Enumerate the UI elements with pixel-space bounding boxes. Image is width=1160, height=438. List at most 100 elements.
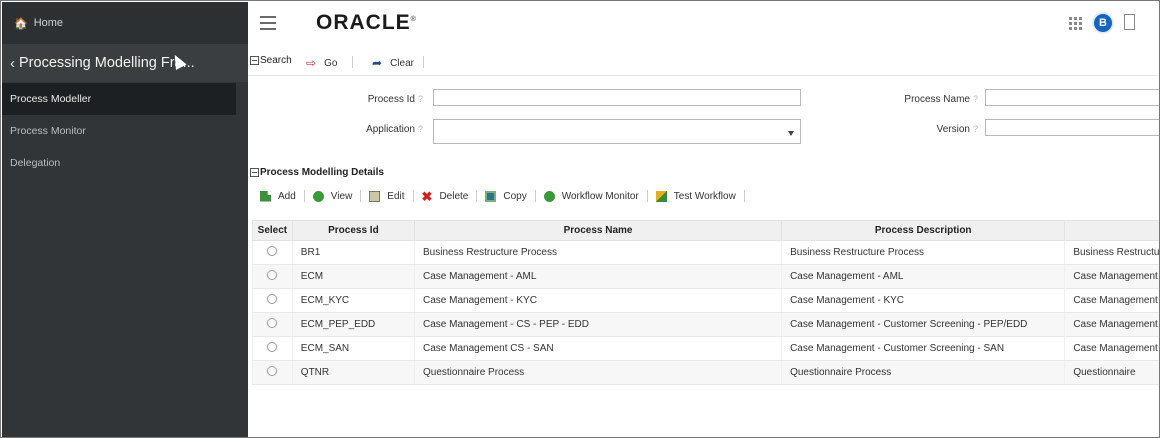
toolbar-divider: [646, 190, 648, 202]
process-id-cell: QTNR: [291, 360, 415, 385]
clear-label: Clear: [390, 57, 414, 69]
oracle-logo: ORACLE®: [316, 11, 417, 34]
row-radio[interactable]: [267, 294, 278, 304]
edit-icon: [369, 190, 381, 202]
extra-cell: Questionnaire: [1064, 360, 1159, 385]
view-label: View: [330, 190, 353, 202]
edit-button[interactable]: Edit: [369, 190, 405, 202]
test-workflow-button[interactable]: Test Workflow: [655, 190, 736, 202]
add-button[interactable]: Add: [260, 190, 296, 202]
extra-cell: Case Management: [1064, 336, 1159, 361]
application-select[interactable]: [433, 119, 801, 144]
process-id-cell: ECM: [291, 264, 415, 289]
toolbar-divider: [303, 190, 305, 202]
home-label: Home: [33, 17, 64, 29]
toolbar-divider: [412, 190, 414, 202]
toolbar-divider: [360, 190, 362, 202]
help-icon: ?: [972, 94, 978, 104]
workflow-monitor-button[interactable]: Workflow Monitor: [543, 190, 639, 202]
chevron-down-icon: [788, 131, 794, 136]
process-description-cell: Business Restructure Process: [781, 240, 1065, 265]
table-row[interactable]: QTNR Questionnaire Process Questionnaire…: [252, 360, 1159, 385]
version-label: Version?: [936, 124, 978, 135]
process-name-label: Process Name?: [904, 94, 978, 105]
go-arrow-icon: ⇨: [306, 56, 317, 70]
document-icon[interactable]: [1124, 14, 1135, 30]
top-bar: ORACLE® B: [248, 2, 1159, 44]
select-cell: [252, 240, 293, 265]
go-label: Go: [324, 57, 338, 69]
select-cell: [252, 312, 293, 337]
column-header-process-description[interactable]: Process Description: [781, 220, 1066, 241]
process-name-input[interactable]: [985, 89, 1159, 106]
sidebar-item-delegation[interactable]: Delegation: [2, 147, 248, 179]
add-label: Add: [278, 190, 296, 202]
column-header-select[interactable]: Select: [252, 220, 293, 241]
table-row[interactable]: ECM_SAN Case Management CS - SAN Case Ma…: [252, 336, 1159, 361]
select-cell: [252, 264, 293, 289]
process-id-cell: ECM_PEP_EDD: [291, 312, 415, 337]
delete-button[interactable]: ✖ Delete: [421, 188, 469, 204]
sidebar-title[interactable]: ‹ Processing Modelling Fra...: [2, 44, 248, 82]
sidebar-item-process-modeller[interactable]: Process Modeller: [2, 83, 236, 115]
table-row[interactable]: ECM_PEP_EDD Case Management - CS - PEP -…: [252, 312, 1159, 337]
search-section-header[interactable]: Search: [250, 55, 292, 66]
extra-cell: Case Management: [1064, 312, 1159, 337]
workflow-monitor-icon: [543, 190, 555, 202]
test-workflow-label: Test Workflow: [673, 190, 736, 202]
row-radio[interactable]: [267, 246, 278, 256]
app-grid-icon[interactable]: [1069, 17, 1082, 30]
home-icon: 🏠: [14, 17, 28, 30]
process-id-label: Process Id?: [367, 94, 423, 105]
row-radio[interactable]: [267, 366, 278, 376]
clear-icon: ➦: [372, 56, 383, 70]
help-icon: ?: [417, 94, 423, 104]
process-name-cell: Case Management - AML: [413, 264, 782, 289]
help-icon: ?: [417, 124, 423, 134]
user-avatar-icon[interactable]: B: [1092, 12, 1114, 34]
process-description-cell: Questionnaire Process: [781, 360, 1065, 385]
table-row[interactable]: ECM_KYC Case Management - KYC Case Manag…: [252, 288, 1159, 313]
search-toolbar: Search ⇨ Go ➦ Clear: [248, 52, 1159, 76]
sidebar: 🏠 Home ‹ Processing Modelling Fra... Pro…: [2, 2, 248, 437]
home-link[interactable]: 🏠 Home: [2, 2, 248, 44]
column-header-process-name[interactable]: Process Name: [413, 220, 783, 241]
process-id-cell: BR1: [291, 240, 415, 265]
toolbar-divider: [743, 190, 745, 202]
process-description-cell: Case Management - AML: [781, 264, 1065, 289]
process-name-cell: Business Restructure Process: [413, 240, 782, 265]
column-header-process-id[interactable]: Process Id: [291, 220, 416, 241]
hamburger-menu-icon[interactable]: [260, 16, 276, 34]
table-row[interactable]: ECM Case Management - AML Case Managemen…: [252, 264, 1159, 289]
copy-button[interactable]: Copy: [485, 190, 527, 202]
table-header-row: Select Process Id Process Name Process D…: [252, 220, 1159, 241]
chevron-left-icon[interactable]: ‹: [10, 55, 15, 72]
sidebar-item-process-monitor[interactable]: Process Monitor: [2, 115, 248, 147]
delete-icon: ✖: [421, 188, 433, 204]
table-row[interactable]: BR1 Business Restructure Process Busines…: [252, 240, 1159, 265]
process-description-cell: Case Management - Customer Screening - S…: [781, 336, 1065, 361]
select-cell: [252, 360, 293, 385]
extra-cell: Business Restructu: [1064, 240, 1159, 265]
view-icon: [312, 190, 324, 202]
column-header-extra[interactable]: [1064, 220, 1159, 241]
clear-button[interactable]: ➦ Clear: [372, 56, 414, 70]
toolbar-divider: [476, 190, 478, 202]
row-radio[interactable]: [267, 318, 278, 328]
details-section-header[interactable]: Process Modelling Details: [250, 167, 384, 178]
help-icon: ?: [972, 124, 978, 134]
row-radio[interactable]: [267, 342, 278, 352]
collapse-icon[interactable]: [250, 168, 259, 177]
collapse-icon[interactable]: [250, 56, 259, 65]
view-button[interactable]: View: [312, 190, 353, 202]
version-input[interactable]: [985, 119, 1159, 136]
go-button[interactable]: ⇨ Go: [306, 56, 337, 70]
row-radio[interactable]: [267, 270, 278, 280]
process-id-input[interactable]: [433, 89, 801, 106]
process-description-cell: Case Management - KYC: [781, 288, 1065, 313]
extra-cell: Case Management: [1064, 288, 1159, 313]
process-name-cell: Case Management CS - SAN: [413, 336, 782, 361]
process-name-cell: Case Management - CS - PEP - EDD: [413, 312, 782, 337]
workflow-monitor-label: Workflow Monitor: [561, 190, 639, 202]
process-id-cell: ECM_KYC: [291, 288, 415, 313]
